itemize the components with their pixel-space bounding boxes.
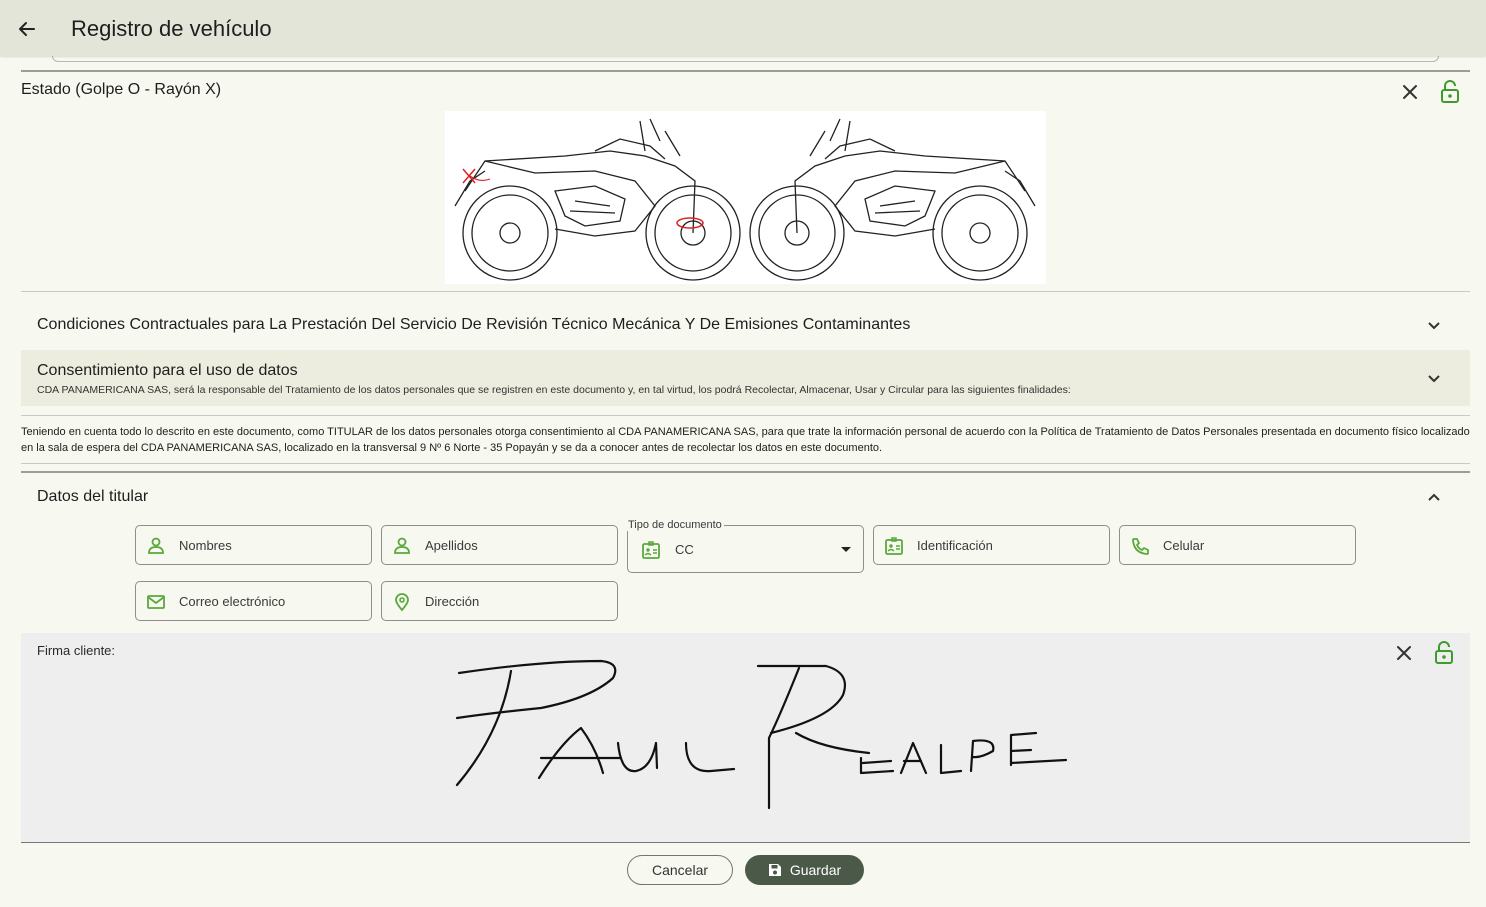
phone-icon [1132,538,1149,555]
save-button-label: Guardar [789,862,842,878]
identificacion-field[interactable]: Identificación [873,525,1110,565]
chevron-up-icon[interactable] [1424,487,1444,507]
dropdown-arrow-icon [841,547,851,552]
correo-placeholder: Correo electrónico [179,594,286,609]
direccion-field[interactable]: Dirección [381,581,618,621]
accordion-consentimiento[interactable]: Consentimiento para el uso de datos CDA … [21,350,1470,406]
accordion-titular-title: Datos del titular [37,488,149,505]
motorcycle-damage-diagram[interactable] [445,111,1046,284]
accordion-condiciones-title: Condiciones Contractuales para La Presta… [37,316,911,333]
nombres-placeholder: Nombres [179,538,232,553]
app-bar: Registro de vehículo [0,0,1486,56]
close-icon [1397,646,1411,660]
clear-estado-button[interactable] [1398,80,1422,104]
close-icon [1403,85,1417,99]
accordion-condiciones[interactable]: Condiciones Contractuales para La Presta… [21,304,1470,346]
save-button[interactable]: Guardar [745,855,864,885]
signature-drawing [455,659,1068,810]
tipo-documento-value: CC [675,542,694,557]
accordion-consentimiento-subtitle: CDA PANAMERICANA SAS, será la responsabl… [37,384,1071,396]
cancel-button[interactable]: Cancelar [627,855,733,885]
apellidos-placeholder: Apellidos [425,538,478,553]
id-card-icon [885,537,903,555]
unlock-signature-button[interactable] [1432,641,1456,665]
unlock-estado-button[interactable] [1438,80,1462,104]
divider [21,463,1470,464]
divider [21,291,1470,292]
lock-open-icon [1441,80,1459,103]
correo-field[interactable]: Correo electrónico [135,581,372,621]
mail-icon [147,595,165,609]
apellidos-field[interactable]: Apellidos [381,525,618,565]
page-title: Registro de vehículo [71,16,272,41]
identificacion-placeholder: Identificación [917,538,993,553]
chevron-down-icon[interactable] [1424,316,1444,336]
nombres-field[interactable]: Nombres [135,525,372,565]
signature-pad[interactable]: Firma cliente: [21,633,1470,843]
id-card-icon [642,541,660,559]
divider [21,471,1470,473]
consent-statement: Teniendo en cuenta todo lo descrito en e… [21,426,1470,454]
clear-signature-button[interactable] [1392,641,1416,665]
direccion-placeholder: Dirección [425,594,480,609]
chevron-down-icon[interactable] [1424,369,1444,389]
location-pin-icon [395,593,409,612]
back-button[interactable] [14,16,40,42]
divider [21,415,1470,416]
tipo-documento-select[interactable]: CC [627,525,864,573]
save-icon [768,864,781,876]
person-icon [148,537,164,554]
lock-open-icon [1435,641,1453,664]
divider [21,70,1470,72]
tipo-documento-label: Tipo de documento [626,519,724,531]
celular-field[interactable]: Celular [1119,525,1356,565]
estado-title: Estado (Golpe O - Rayón X) [21,81,222,98]
person-icon [394,537,410,554]
celular-placeholder: Celular [1163,538,1205,553]
accordion-consentimiento-title: Consentimiento para el uso de datos [37,362,298,379]
motorcycle-diagram-svg [454,118,1036,281]
arrow-left-icon [19,22,35,36]
accordion-titular[interactable]: Datos del titular [21,476,1470,518]
